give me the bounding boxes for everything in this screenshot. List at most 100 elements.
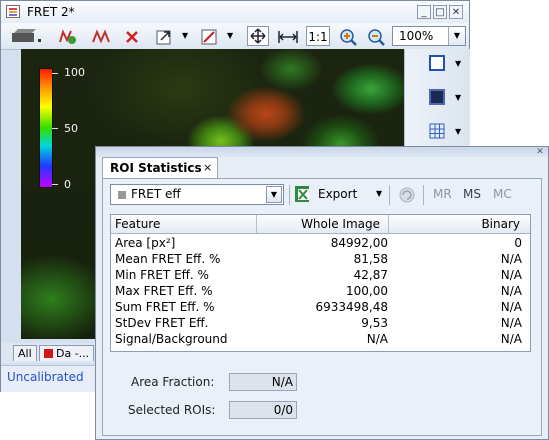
cell-feature: StDev FRET Eff. <box>115 316 209 330</box>
cell-whole-image: 42,87 <box>353 268 388 282</box>
cell-whole-image: 100,00 <box>346 284 388 298</box>
image-window-titlebar[interactable]: FRET 2* _ □ ✕ <box>1 1 469 24</box>
zoom-out-icon[interactable] <box>365 26 387 46</box>
window-title: FRET 2* <box>27 5 75 19</box>
tool-select-icon[interactable] <box>9 26 41 46</box>
cell-feature: Mean FRET Eff. % <box>115 252 221 266</box>
toolbar-separator <box>423 185 424 205</box>
table-row[interactable]: Sum FRET Eff. % 6933498,48 N/A <box>111 299 530 315</box>
lookup-table-icon[interactable] <box>198 26 220 46</box>
scale-min-label: 0 <box>64 178 71 191</box>
red-channel-icon <box>44 349 53 358</box>
toolbar-separator <box>389 185 390 205</box>
table-row[interactable]: Area [px²] 84992,00 0 <box>111 235 530 251</box>
chevron-down-icon[interactable]: ▼ <box>455 93 461 102</box>
chevron-down-icon[interactable]: ▼ <box>376 189 382 198</box>
roi-curve-add-icon[interactable] <box>56 26 78 46</box>
cell-binary: N/A <box>500 252 522 266</box>
fit-width-icon[interactable] <box>276 26 298 46</box>
cell-whole-image: N/A <box>366 332 388 346</box>
cell-whole-image: 84992,00 <box>330 236 388 250</box>
cell-binary: N/A <box>500 300 522 314</box>
calibration-status[interactable]: Uncalibrated <box>7 370 84 384</box>
tab-data-label: Da -... <box>56 347 90 360</box>
cell-feature: Sum FRET Eff. % <box>115 300 215 314</box>
refresh-disabled-icon[interactable] <box>397 185 417 208</box>
table-row[interactable]: Mean FRET Eff. % 81,58 N/A <box>111 251 530 267</box>
tab-roi-statistics-label: ROI Statistics <box>110 161 202 175</box>
chevron-down-icon[interactable]: ▼ <box>448 27 465 45</box>
table-row[interactable]: Signal/Background N/A N/A <box>111 331 530 347</box>
fit-to-window-icon[interactable] <box>247 26 269 46</box>
cell-binary: N/A <box>500 316 522 330</box>
panel-header[interactable]: ✕ <box>96 147 548 157</box>
area-fraction-label: Area Fraction: <box>131 375 215 389</box>
tab-close-icon[interactable]: × <box>203 161 212 174</box>
excel-export-icon <box>293 185 313 206</box>
close-icon[interactable]: ✕ <box>449 5 463 19</box>
mc-button[interactable]: MC <box>493 187 512 201</box>
cell-whole-image: 9,53 <box>361 316 388 330</box>
roi-curve-icon[interactable] <box>89 26 111 46</box>
tab-roi-statistics[interactable]: ROI Statistics × <box>102 157 218 179</box>
column-divider[interactable] <box>256 215 257 233</box>
cell-feature: Area [px²] <box>115 236 176 250</box>
cell-feature: Min FRET Eff. % <box>115 268 209 282</box>
panel-close-icon[interactable]: ✕ <box>535 148 545 157</box>
scale-tick <box>52 128 58 129</box>
cell-whole-image: 81,58 <box>353 252 388 266</box>
feature-color-icon <box>118 191 126 199</box>
table-row[interactable]: Max FRET Eff. % 100,00 N/A <box>111 283 530 299</box>
roi-statistics-panel: ✕ ROI Statistics × FRET eff ▼ Export ▼ M… <box>95 146 549 440</box>
scale-mid-label: 50 <box>64 122 78 135</box>
image-document-icon <box>6 5 20 18</box>
chevron-down-icon[interactable]: ▼ <box>182 26 188 46</box>
tab-data[interactable]: Da -... <box>39 345 95 361</box>
zoom-in-icon[interactable] <box>337 26 359 46</box>
column-header-whole-image[interactable]: Whole Image <box>301 217 380 231</box>
scale-tick <box>52 73 58 74</box>
selected-rois-label: Selected ROIs: <box>128 403 216 417</box>
feature-select-value: FRET eff <box>131 187 181 201</box>
cell-feature: Max FRET Eff. % <box>115 284 213 298</box>
column-header-binary[interactable]: Binary <box>481 217 520 231</box>
chevron-down-icon[interactable]: ▼ <box>455 59 461 68</box>
image-toolbar: ▼ ▼ 1:1 100% ▼ <box>1 23 469 50</box>
zoom-level-value: 100% <box>399 29 434 43</box>
minimize-icon[interactable]: _ <box>417 5 431 19</box>
area-fraction-value: N/A <box>229 373 297 391</box>
cell-binary: 0 <box>514 236 522 250</box>
color-scale-bar <box>39 68 53 188</box>
export-label: Export <box>318 187 358 201</box>
roi-outline-icon[interactable] <box>427 53 447 73</box>
cell-feature: Signal/Background <box>115 332 228 346</box>
toolbar-separator <box>289 185 290 205</box>
selected-rois-value: 0/0 <box>229 401 297 419</box>
table-row[interactable]: StDev FRET Eff. 9,53 N/A <box>111 315 530 331</box>
chevron-down-icon[interactable]: ▼ <box>455 127 461 136</box>
chevron-down-icon[interactable]: ▼ <box>266 186 282 203</box>
column-divider[interactable] <box>388 215 389 233</box>
cell-binary: N/A <box>500 284 522 298</box>
grid-icon[interactable] <box>427 121 447 141</box>
roi-remove-icon[interactable] <box>121 26 143 46</box>
table-row[interactable]: Min FRET Eff. % 42,87 N/A <box>111 267 530 283</box>
tab-all[interactable]: All <box>13 345 37 361</box>
zoom-one-to-one-button[interactable]: 1:1 <box>306 26 330 46</box>
ms-button[interactable]: MS <box>463 187 481 201</box>
column-header-feature[interactable]: Feature <box>115 217 160 231</box>
zoom-level-select[interactable]: 100% ▼ <box>392 26 466 46</box>
chevron-down-icon[interactable]: ▼ <box>227 26 233 46</box>
export-arrow-icon[interactable] <box>153 26 175 46</box>
cell-binary: N/A <box>500 332 522 346</box>
maximize-icon[interactable]: □ <box>433 5 447 19</box>
roi-fill-icon[interactable] <box>427 87 447 107</box>
mr-button[interactable]: MR <box>433 187 452 201</box>
feature-select[interactable]: FRET eff ▼ <box>110 184 284 205</box>
scale-tick <box>52 184 58 185</box>
table-header: Feature Whole Image Binary <box>111 215 530 234</box>
statistics-table: Feature Whole Image Binary Area [px²] 849… <box>110 214 531 352</box>
roi-statistics-body: FRET eff ▼ Export ▼ MR MS MC Feature Who… <box>102 178 542 436</box>
scale-max-label: 100 <box>64 66 85 79</box>
cell-binary: N/A <box>500 268 522 282</box>
